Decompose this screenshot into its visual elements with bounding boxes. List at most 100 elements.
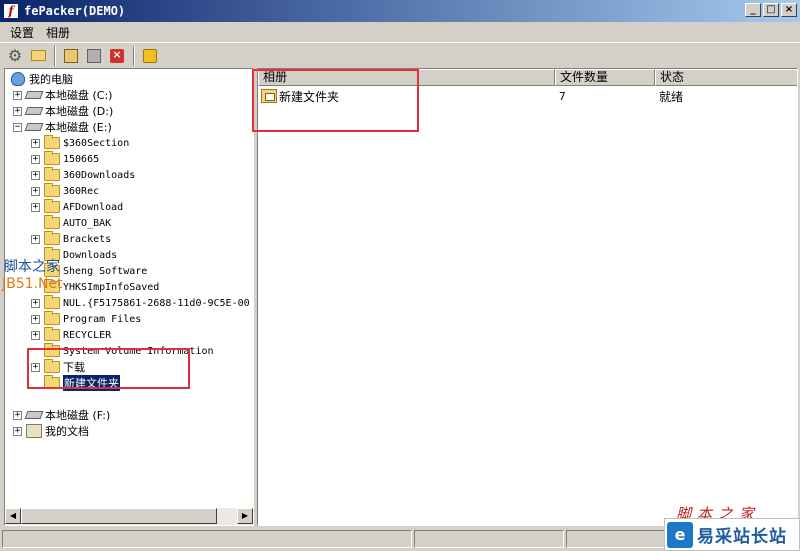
app-icon: f: [3, 3, 19, 19]
expand-icon[interactable]: +: [31, 314, 40, 324]
tree-node-label: 我的电脑: [29, 73, 73, 86]
highlight-box-tree: [27, 348, 190, 389]
expand-icon[interactable]: +: [13, 410, 22, 420]
tree-node-drive-e[interactable]: − 本地磁盘 (E:): [13, 119, 112, 135]
folder-tree-panel[interactable]: 我的电脑 + 本地磁盘 (C:) + 本地磁盘 (D:) − 本地磁盘 (E:)…: [4, 68, 254, 526]
toolbar: ⚙ ×: [0, 42, 800, 68]
tree-node-label: Program Files: [63, 313, 142, 325]
menu-album[interactable]: 相册: [40, 24, 76, 41]
expand-icon[interactable]: +: [31, 202, 40, 212]
tree-node-folder[interactable]: + 360Downloads: [31, 167, 135, 183]
tree-node-drive-f[interactable]: + 本地磁盘 (F:): [13, 407, 110, 423]
watermark-badge: e 易采站长站: [664, 518, 800, 551]
tree-node-folder[interactable]: + NUL.{F5175861-2688-11d0-9C5E-00: [31, 295, 250, 311]
settings-button[interactable]: ⚙: [4, 45, 26, 67]
tree-node-label: 360Rec: [63, 185, 100, 197]
info-icon: [143, 48, 157, 63]
tree-node-label: 本地磁盘 (D:): [45, 105, 114, 118]
tree-node-folder[interactable]: + Brackets: [31, 231, 111, 247]
tree-node-label: 我的文档: [45, 425, 89, 438]
tree-node-folder[interactable]: + 150665: [31, 151, 99, 167]
tree-node-drive-c[interactable]: + 本地磁盘 (C:): [13, 87, 112, 103]
tree-node-label: Sheng Software: [63, 265, 148, 277]
folder-icon: [44, 311, 60, 325]
gear-icon: ⚙: [7, 46, 23, 65]
column-header-status[interactable]: 状态: [655, 69, 797, 86]
folder-icon: [44, 167, 60, 181]
drive-icon: [24, 123, 44, 131]
album-list-panel[interactable]: 相册 文件数量 状态 新建文件夹 7 就绪: [257, 68, 798, 526]
expand-icon[interactable]: +: [31, 234, 40, 244]
tree-node-label: 本地磁盘 (C:): [45, 89, 113, 102]
toolbar-separator: [54, 45, 56, 66]
expand-icon[interactable]: +: [31, 186, 40, 196]
tree-node-folder[interactable]: AUTO_BAK: [31, 215, 111, 231]
expand-icon[interactable]: +: [31, 330, 40, 340]
folder-open-icon: [30, 50, 46, 61]
scroll-right-button[interactable]: ▶: [237, 508, 253, 524]
folder-icon: [44, 215, 60, 229]
close-button[interactable]: ×: [781, 3, 797, 17]
tree-node-drive-d[interactable]: + 本地磁盘 (D:): [13, 103, 113, 119]
window-title: fePacker(DEMO): [24, 4, 126, 18]
tree-node-folder[interactable]: + AFDownload: [31, 199, 123, 215]
tree-node-folder[interactable]: + Program Files: [31, 311, 141, 327]
computer-icon: [11, 72, 25, 86]
highlight-box-list: [252, 69, 419, 132]
disabled-button[interactable]: [83, 45, 105, 67]
delete-icon: ×: [110, 48, 124, 63]
scroll-left-button[interactable]: ◀: [5, 508, 21, 524]
open-folder-button[interactable]: [27, 45, 49, 67]
folder-icon: [44, 327, 60, 341]
pack-icon: [64, 48, 78, 63]
title-bar: f fePacker(DEMO) _ □ ×: [0, 0, 800, 22]
minimize-button[interactable]: _: [745, 3, 761, 17]
menu-settings[interactable]: 设置: [4, 24, 40, 41]
column-header-file-count[interactable]: 文件数量: [555, 69, 655, 86]
toolbar-separator: [133, 45, 135, 66]
tree-node-label: YHKSImpInfoSaved: [63, 281, 160, 293]
expand-icon[interactable]: +: [31, 170, 40, 180]
drive-icon: [24, 107, 44, 115]
expand-icon[interactable]: +: [31, 154, 40, 164]
status-pane-3: [566, 530, 666, 548]
tree-node-folder[interactable]: + RECYCLER: [31, 327, 111, 343]
tree-node-my-documents[interactable]: + 我的文档: [13, 423, 89, 439]
album-status: 就绪: [659, 89, 684, 104]
tree-node-my-computer[interactable]: 我的电脑: [11, 71, 73, 87]
tree-node-label: AUTO_BAK: [63, 217, 112, 229]
folder-icon: [44, 135, 60, 149]
expand-icon[interactable]: +: [13, 426, 22, 436]
folder-icon: [44, 295, 60, 309]
tree-node-folder[interactable]: + $360Section: [31, 135, 129, 151]
scroll-thumb[interactable]: [21, 508, 217, 524]
expand-icon[interactable]: +: [31, 298, 40, 308]
expand-icon[interactable]: +: [13, 90, 22, 100]
tree-node-label: RECYCLER: [63, 329, 112, 341]
tree-node-label: AFDownload: [63, 201, 124, 213]
watermark-text: 脚本之家: [4, 259, 60, 275]
folder-icon: [44, 151, 60, 165]
tree-node-label: $360Section: [63, 137, 130, 149]
maximize-button[interactable]: □: [763, 3, 779, 17]
tree-node-folder[interactable]: + 360Rec: [31, 183, 99, 199]
expand-icon[interactable]: +: [13, 106, 22, 116]
tree-node-label: Brackets: [63, 233, 112, 245]
expand-icon[interactable]: +: [31, 138, 40, 148]
pack-button[interactable]: [60, 45, 82, 67]
delete-button[interactable]: ×: [106, 45, 128, 67]
horizontal-scrollbar[interactable]: ◀ ▶: [5, 508, 253, 525]
watermark-text: 易采站长站: [697, 527, 787, 547]
tree-node-label: 150665: [63, 153, 100, 165]
folder-icon: [44, 231, 60, 245]
status-pane-main: [2, 530, 412, 548]
info-button[interactable]: [139, 45, 161, 67]
watermark-text: JB51.Net: [2, 276, 63, 292]
tree-node-label: 本地磁盘 (E:): [45, 121, 112, 134]
tree-node-label: NUL.{F5175861-2688-11d0-9C5E-00: [63, 297, 250, 309]
folder-icon: [44, 183, 60, 197]
drive-icon: [24, 411, 44, 419]
disabled-icon: [87, 48, 101, 63]
status-pane-2: [414, 530, 564, 548]
collapse-icon[interactable]: −: [13, 122, 22, 132]
